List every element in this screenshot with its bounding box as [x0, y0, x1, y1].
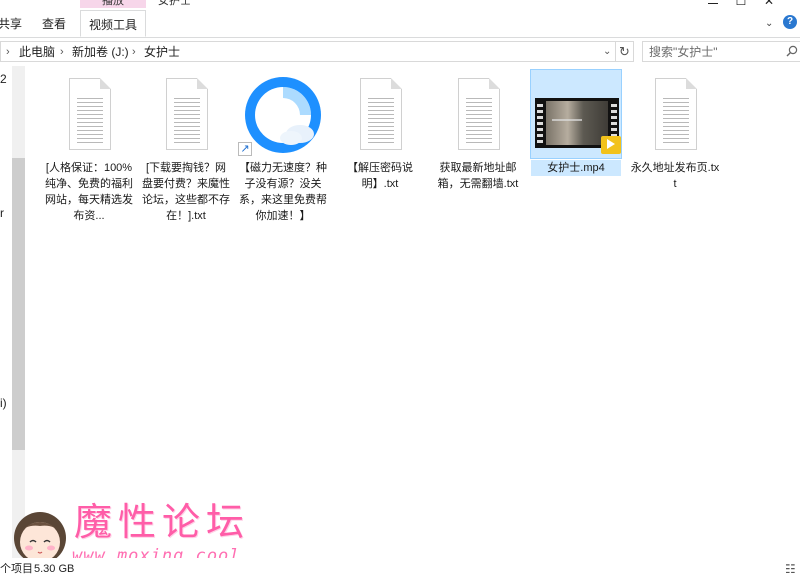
- text-document-icon: [166, 78, 208, 150]
- nav-fragment[interactable]: 2: [0, 72, 7, 86]
- file-thumbnail: [335, 70, 425, 158]
- play-badge-icon: [601, 136, 621, 154]
- search-input[interactable]: [643, 42, 773, 60]
- file-name: [人格保证：100%纯净、免费的福利网站，每天精选发布资...: [45, 162, 133, 222]
- chevron-right-icon[interactable]: ›: [132, 42, 136, 62]
- chevron-down-icon[interactable]: ⌄: [603, 42, 611, 62]
- ribbon-tabs: 共享 查看 视频工具 ⌄ ?: [0, 10, 800, 38]
- minimize-icon: [708, 3, 718, 5]
- file-item-selected[interactable]: 女护士.mp4: [530, 69, 622, 176]
- navigation-pane: 2 r i): [0, 66, 26, 566]
- breadcrumb-this-pc[interactable]: 此电脑: [19, 42, 55, 62]
- refresh-button[interactable]: ↻: [616, 41, 634, 62]
- file-name: 永久地址发布页.txt: [630, 162, 720, 190]
- file-item[interactable]: 获取最新地址邮箱，无需翻墙.txt: [433, 70, 523, 192]
- chevron-down-icon[interactable]: ⌄: [765, 18, 773, 29]
- address-bar[interactable]: › 此电脑 › 新加卷 (J:) › 女护士 ⌄: [0, 41, 616, 62]
- file-thumbnail: ↗: [238, 70, 328, 158]
- file-item[interactable]: [下载要掏钱？网盘要付费？来魔性论坛，这些都不存在！].txt: [141, 70, 231, 224]
- file-item[interactable]: [人格保证：100%纯净、免费的福利网站，每天精选发布资...: [44, 70, 134, 224]
- text-document-icon: [360, 78, 402, 150]
- watermark-title: 魔性论坛: [74, 500, 251, 544]
- text-document-icon: [458, 78, 500, 150]
- address-row: › 此电脑 › 新加卷 (J:) › 女护士 ⌄ ↻: [0, 40, 800, 64]
- help-icon[interactable]: ?: [783, 15, 797, 29]
- context-tab-play[interactable]: 播放: [80, 0, 146, 8]
- file-name: [下载要掏钱？网盘要付费？来魔性论坛，这些都不存在！].txt: [142, 162, 230, 222]
- file-item[interactable]: ↗ 【磁力无速度？种子没有源？没关系，来这里免费帮你加速！】: [238, 70, 328, 224]
- chevron-right-icon[interactable]: ›: [6, 42, 10, 62]
- shortcut-arrow-icon: ↗: [238, 142, 252, 156]
- file-thumbnail: [630, 70, 720, 158]
- window-title: 女护士: [158, 0, 191, 7]
- item-count-text: 个项目: [0, 563, 33, 575]
- chevron-right-icon[interactable]: ›: [60, 42, 64, 62]
- file-list: [人格保证：100%纯净、免费的福利网站，每天精选发布资... [下载要掏钱？网…: [38, 69, 798, 550]
- scrollbar-thumb[interactable]: [12, 158, 25, 450]
- nav-scrollbar[interactable]: [12, 66, 25, 566]
- video-file-icon: [535, 98, 621, 154]
- selection-size: 5.30 GB: [34, 563, 75, 575]
- refresh-icon: ↻: [619, 44, 630, 59]
- nav-fragment[interactable]: r: [0, 206, 4, 220]
- tab-video-tools[interactable]: 视频工具: [80, 10, 146, 37]
- file-name: 【磁力无速度？种子没有源？没关系，来这里免费帮你加速！】: [239, 162, 327, 222]
- details-view-icon[interactable]: ☷: [785, 562, 796, 576]
- file-item[interactable]: 【解压密码说明】.txt: [335, 70, 425, 192]
- file-item[interactable]: 永久地址发布页.txt: [630, 70, 720, 192]
- search-icon: [786, 45, 798, 60]
- browser-shortcut-icon: [245, 77, 321, 153]
- maximize-button[interactable]: ☐: [734, 0, 748, 8]
- text-document-icon: [69, 78, 111, 150]
- file-name: 【解压密码说明】.txt: [347, 162, 413, 190]
- nav-fragment[interactable]: i): [0, 396, 7, 410]
- file-thumbnail: [433, 70, 523, 158]
- tab-share[interactable]: 共享: [0, 10, 22, 37]
- close-button[interactable]: ✕: [762, 0, 776, 8]
- breadcrumb-volume-j[interactable]: 新加卷 (J:): [72, 42, 129, 62]
- file-name: 获取最新地址邮箱，无需翻墙.txt: [437, 162, 519, 190]
- search-box[interactable]: [642, 41, 800, 62]
- title-bar: 播放 女护士 ☐ ✕: [0, 0, 800, 10]
- status-bar: 个项目 5.30 GB ☷: [0, 558, 800, 580]
- minimize-button[interactable]: [706, 0, 720, 8]
- file-thumbnail: [530, 69, 622, 159]
- file-name: 女护士.mp4: [531, 160, 621, 176]
- breadcrumb-current-folder[interactable]: 女护士: [144, 42, 180, 62]
- tab-view[interactable]: 查看: [42, 10, 66, 37]
- file-thumbnail: [141, 70, 231, 158]
- file-thumbnail: [44, 70, 134, 158]
- text-document-icon: [655, 78, 697, 150]
